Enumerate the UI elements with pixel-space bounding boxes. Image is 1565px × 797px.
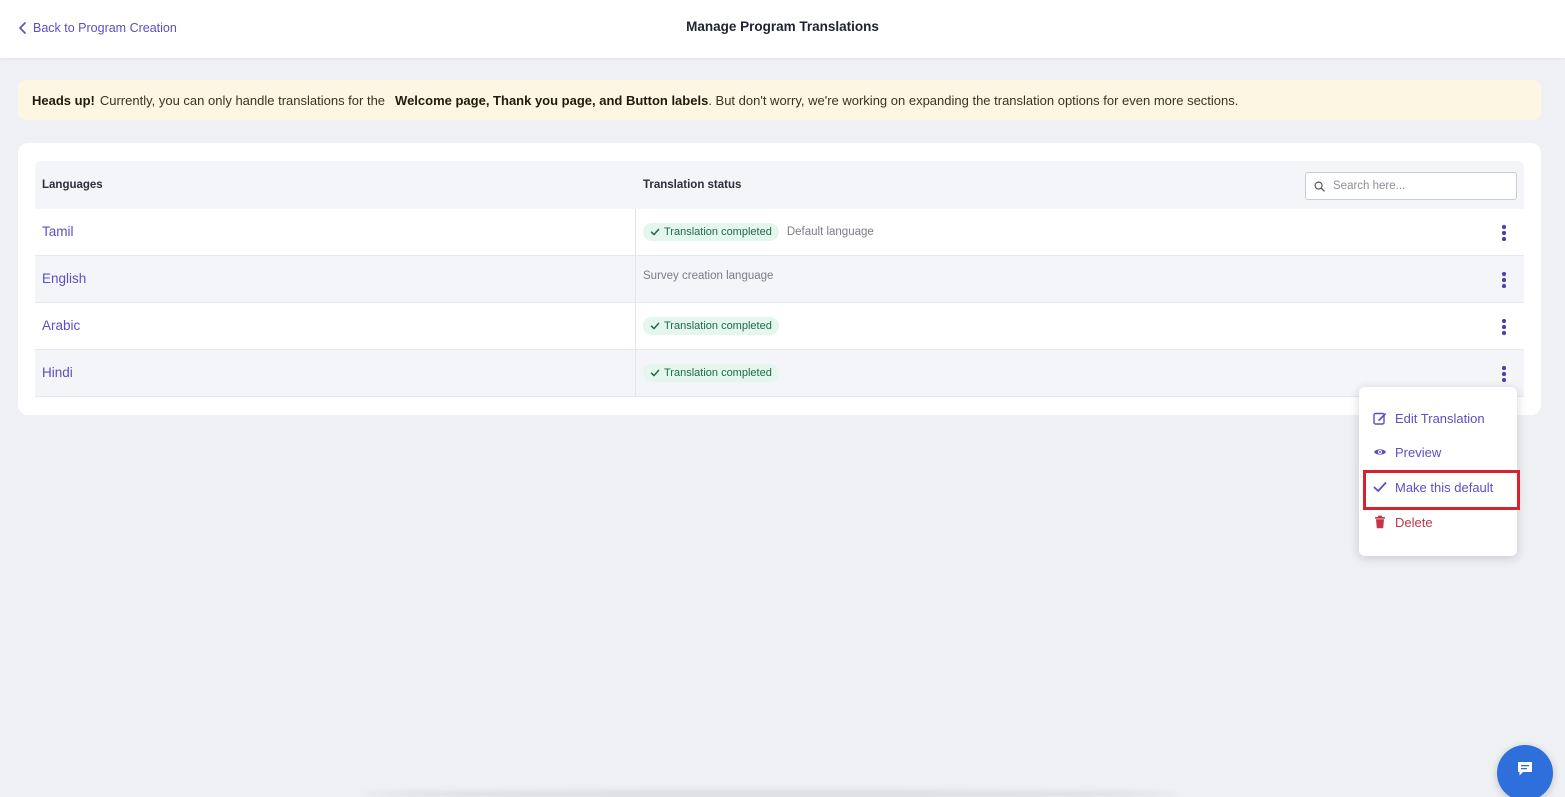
check-icon: [650, 322, 660, 330]
trash-icon: [1375, 515, 1385, 529]
more-vertical-icon: [1502, 319, 1506, 323]
language-name-english[interactable]: English: [42, 271, 86, 286]
language-name-hindi[interactable]: Hindi: [42, 365, 73, 380]
status-badge: Translation completed: [643, 317, 779, 335]
row-actions-menu-button[interactable]: [1497, 270, 1511, 290]
column-header-languages: Languages: [42, 179, 103, 191]
status-label: Translation completed: [664, 320, 772, 332]
menu-item-delete[interactable]: Delete: [1373, 512, 1433, 532]
chat-button[interactable]: [1497, 745, 1553, 797]
chat-icon: [1518, 762, 1532, 776]
default-language-note: Default language: [786, 226, 874, 238]
more-vertical-icon: [1502, 225, 1506, 229]
menu-item-label: Preview: [1395, 444, 1442, 460]
table-row: Hindi Translation completed: [35, 350, 1524, 397]
language-name-tamil[interactable]: Tamil: [42, 224, 74, 239]
search-icon: [1314, 181, 1325, 192]
menu-item-preview[interactable]: Preview: [1373, 442, 1441, 462]
status-badge: Translation completed: [643, 223, 779, 241]
menu-item-edit-translation[interactable]: Edit Translation: [1373, 408, 1485, 428]
survey-creation-language-note: Survey creation language: [643, 270, 774, 282]
search-box[interactable]: [1305, 172, 1517, 200]
row-actions-menu-button[interactable]: [1497, 317, 1511, 337]
page-title: Manage Program Translations: [686, 19, 879, 34]
check-icon: [650, 369, 660, 377]
row-actions-menu-button[interactable]: [1497, 223, 1511, 243]
table-row: English Survey creation language: [35, 256, 1524, 303]
status-cell: Survey creation language: [643, 270, 773, 282]
status-label: Translation completed: [664, 226, 772, 238]
edit-icon: [1373, 412, 1387, 425]
status-cell: Translation completed Default language: [643, 223, 874, 241]
highlight-box: [1363, 470, 1520, 510]
menu-item-label: Delete: [1395, 514, 1433, 530]
banner-text-2: . But don't worry, we're working on expa…: [708, 92, 1239, 108]
banner-bold: Welcome page, Thank you page, and Button…: [395, 92, 709, 108]
table-header: Languages Translation status: [35, 161, 1524, 209]
menu-item-label: Edit Translation: [1395, 410, 1485, 426]
top-bar: Back to Program Creation Manage Program …: [0, 0, 1565, 58]
more-vertical-icon: [1502, 366, 1506, 370]
search-input[interactable]: [1333, 180, 1503, 192]
status-badge: Translation completed: [643, 364, 779, 382]
translations-card: Languages Translation status Tamil Trans…: [18, 143, 1541, 415]
column-header-translation-status: Translation status: [643, 179, 742, 191]
table-row: Arabic Translation completed: [35, 303, 1524, 350]
bottom-shadow: [360, 790, 1180, 797]
status-label: Translation completed: [664, 367, 772, 379]
banner-text-1: Currently, you can only handle translati…: [99, 92, 386, 108]
translations-table: Languages Translation status Tamil Trans…: [35, 161, 1524, 397]
more-vertical-icon: [1502, 272, 1506, 276]
banner-lead: Heads up!: [32, 92, 95, 108]
table-row: Tamil Translation completed Default lang…: [35, 209, 1524, 256]
info-banner: Heads up! Currently, you can only handle…: [18, 80, 1541, 120]
status-cell: Translation completed: [643, 364, 779, 382]
eye-icon: [1374, 449, 1386, 455]
check-icon: [650, 228, 660, 236]
language-name-arabic[interactable]: Arabic: [42, 318, 80, 333]
row-actions-menu-button[interactable]: [1497, 364, 1511, 384]
status-cell: Translation completed: [643, 317, 779, 335]
